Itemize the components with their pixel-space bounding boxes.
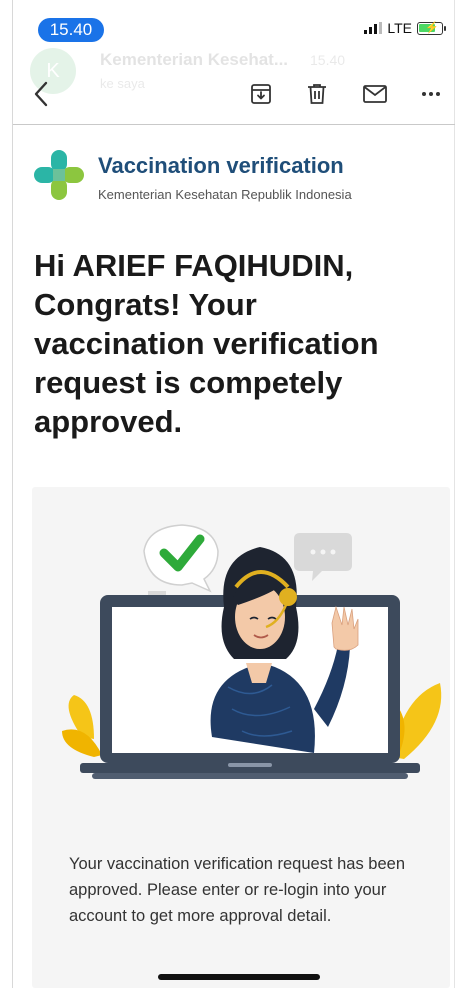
status-bar: 15.40 LTE ⚡ <box>0 0 459 44</box>
chat-bubble-icon <box>294 533 352 581</box>
email-body-text: Your vaccination verification request ha… <box>69 855 406 925</box>
leaf-left-icon <box>62 695 102 757</box>
mail-toolbar <box>13 70 455 122</box>
toolbar-divider <box>13 124 455 125</box>
mail-icon <box>363 85 387 103</box>
back-button[interactable] <box>27 80 55 108</box>
chevron-left-icon <box>34 81 48 107</box>
email-headline: Hi ARIEF FAQIHUDIN, Congrats! Your vacci… <box>34 248 379 439</box>
kemenkes-logo-icon <box>34 150 84 200</box>
frame-right-border <box>454 0 455 988</box>
more-button[interactable] <box>417 80 445 108</box>
brand-subtitle: Kementerian Kesehatan Republik Indonesia <box>98 187 352 202</box>
check-bubble-icon <box>143 524 219 593</box>
home-indicator[interactable] <box>158 974 320 980</box>
brand-title: Vaccination verification <box>98 153 344 178</box>
archive-button[interactable] <box>247 80 275 108</box>
status-indicators: LTE ⚡ <box>364 20 446 36</box>
network-label: LTE <box>387 20 412 36</box>
more-icon <box>422 92 440 96</box>
trash-icon <box>308 84 326 104</box>
archive-icon <box>251 84 271 104</box>
signal-icon <box>364 22 383 34</box>
battery-charging-icon: ⚡ <box>417 21 446 35</box>
status-time: 15.40 <box>38 18 104 42</box>
support-agent-illustration <box>62 524 442 779</box>
sender-name: Kementerian Kesehat... <box>100 50 289 69</box>
frame-left-border <box>12 0 13 988</box>
illustration-card: Your vaccination verification request ha… <box>32 487 450 988</box>
delete-button[interactable] <box>303 80 331 108</box>
mail-time: 15.40 <box>310 52 346 68</box>
mark-unread-button[interactable] <box>361 80 389 108</box>
